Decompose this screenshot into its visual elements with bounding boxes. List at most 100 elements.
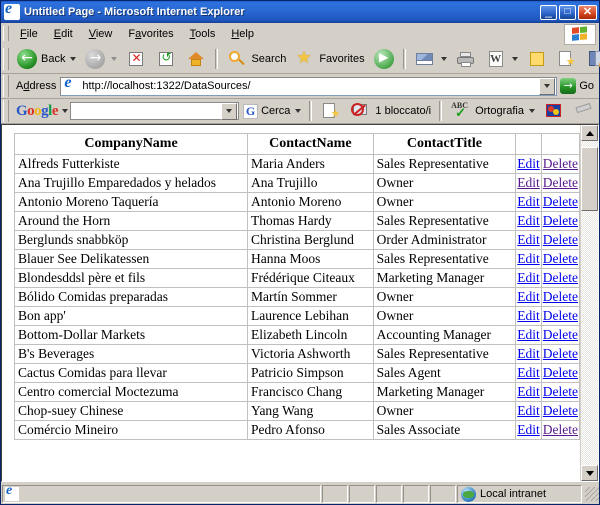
table-body: Alfreds Futterkiste Maria Anders Sales Rep… — [13, 154, 580, 440]
delete-link[interactable]: Delete — [543, 403, 578, 418]
cell-delete: Delete — [540, 154, 580, 174]
scrollbar-thumb[interactable] — [581, 147, 598, 211]
scroll-down-button[interactable] — [581, 465, 598, 481]
google-search-chevron-down-icon[interactable] — [295, 109, 302, 113]
google-search-history-button[interactable] — [221, 102, 238, 120]
delete-link[interactable]: Delete — [543, 346, 578, 361]
edit-link[interactable]: Edit — [517, 365, 540, 380]
menu-item-help[interactable]: Help — [223, 26, 262, 42]
notes-button[interactable] — [522, 47, 552, 71]
edit-link[interactable]: Edit — [517, 289, 540, 304]
edit-link[interactable]: Edit — [517, 194, 540, 209]
delete-link[interactable]: Delete — [543, 156, 578, 171]
favorites-button[interactable]: ★ Favorites — [290, 47, 368, 71]
edit-link[interactable]: Edit — [517, 384, 540, 399]
menu-drag-grip[interactable] — [3, 26, 9, 41]
edit-link[interactable]: Edit — [517, 346, 540, 361]
edit-link[interactable]: Edit — [517, 308, 540, 323]
word-chevron-down-icon[interactable] — [511, 57, 518, 61]
spell-chevron-down-icon[interactable] — [529, 109, 535, 113]
google-toolbar: Google G Cerca ★ 1 bloccato/i ABC ✓ Ortog… — [1, 99, 599, 124]
customers-table: CompanyName ContactName ContactTitle Alf… — [13, 133, 580, 440]
cell-delete: Delete — [540, 344, 580, 364]
mail-chevron-down-icon[interactable] — [440, 57, 447, 61]
menu-item-favorites[interactable]: Favorites — [120, 26, 181, 42]
vertical-scrollbar[interactable] — [580, 125, 598, 481]
edit-link[interactable]: Edit — [517, 175, 540, 190]
logo-letter: G — [16, 102, 28, 119]
edit-link[interactable]: Edit — [517, 327, 540, 342]
popup-blocker-button[interactable]: 1 bloccato/i — [346, 99, 435, 123]
media-button[interactable]: ▶ — [369, 47, 399, 71]
home-button[interactable] — [181, 47, 211, 71]
cell-delete: Delete — [540, 382, 580, 402]
delete-link[interactable]: Delete — [543, 308, 578, 323]
cell-edit: Edit — [515, 211, 542, 231]
edit-with-word-button[interactable]: W — [481, 47, 522, 71]
resize-grip[interactable] — [585, 487, 599, 501]
address-input[interactable]: http://localhost:1322/DataSources/ — [60, 76, 558, 96]
cell-contacttitle: Owner — [372, 287, 517, 307]
news-icon: ★ — [320, 100, 342, 122]
maximize-button[interactable]: □ — [559, 4, 576, 20]
delete-link[interactable]: Delete — [543, 384, 578, 399]
back-history-chevron-down-icon[interactable] — [70, 57, 77, 61]
google-news-button[interactable]: ★ — [316, 99, 346, 123]
menu-item-file[interactable]: File — [12, 26, 46, 42]
edit-link[interactable]: Edit — [517, 403, 540, 418]
close-icon: ✕ — [582, 5, 593, 18]
research-button[interactable] — [582, 47, 600, 71]
edit-link[interactable]: Edit — [517, 422, 540, 437]
forward-button[interactable]: → — [80, 47, 121, 71]
address-drag-grip[interactable] — [3, 75, 9, 97]
menu-item-edit[interactable]: Edit — [46, 26, 81, 42]
minimize-button[interactable]: _ — [540, 4, 557, 20]
edit-page-button[interactable]: ★ — [552, 47, 582, 71]
google-options-button[interactable] — [539, 99, 569, 123]
edit-link[interactable]: Edit — [517, 213, 540, 228]
delete-link[interactable]: Delete — [543, 213, 578, 228]
forward-history-chevron-down-icon[interactable] — [111, 57, 118, 61]
menu-label-post: ools — [195, 27, 216, 40]
cell-edit: Edit — [515, 325, 542, 345]
menu-item-tools[interactable]: Tools — [182, 26, 224, 42]
search-button[interactable]: Search — [222, 47, 290, 71]
delete-link[interactable]: Delete — [543, 289, 578, 304]
highlighter-button[interactable] — [569, 99, 599, 123]
delete-link[interactable]: Delete — [543, 422, 578, 437]
stop-button[interactable]: ✕ — [121, 47, 151, 71]
google-drag-grip[interactable] — [3, 100, 9, 122]
edit-link[interactable]: Edit — [517, 232, 540, 247]
address-url-text: http://localhost:1322/DataSources/ — [82, 80, 251, 92]
delete-link[interactable]: Delete — [543, 232, 578, 247]
address-history-dropdown-button[interactable] — [539, 77, 556, 95]
menu-label-post: dit — [61, 27, 73, 40]
menu-label-post: vorites — [141, 27, 174, 40]
go-button[interactable]: → Go — [557, 76, 599, 96]
scrollbar-track[interactable] — [581, 141, 598, 465]
security-zone-pane[interactable]: Local intranet — [457, 485, 582, 503]
mail-button[interactable] — [410, 47, 451, 71]
delete-link[interactable]: Delete — [543, 251, 578, 266]
print-button[interactable] — [451, 47, 481, 71]
menu-item-view[interactable]: View — [81, 26, 121, 42]
edit-link[interactable]: Edit — [517, 251, 540, 266]
back-button[interactable]: ← Back — [12, 47, 80, 71]
delete-link[interactable]: Delete — [543, 175, 578, 190]
delete-link[interactable]: Delete — [543, 327, 578, 342]
refresh-button[interactable]: ↺ — [151, 47, 181, 71]
scroll-up-button[interactable] — [581, 125, 598, 141]
google-search-input[interactable] — [70, 102, 240, 120]
google-menu-chevron-down-icon[interactable] — [62, 109, 69, 113]
delete-link[interactable]: Delete — [543, 194, 578, 209]
google-search-button[interactable]: G Cerca — [239, 103, 305, 120]
spell-check-button[interactable]: ABC ✓ Ortografia — [446, 99, 539, 123]
edit-link[interactable]: Edit — [517, 156, 540, 171]
edit-link[interactable]: Edit — [517, 270, 540, 285]
forward-arrow-icon: → — [84, 48, 106, 70]
toolbar-drag-grip[interactable] — [3, 48, 9, 70]
close-button[interactable]: ✕ — [578, 4, 597, 20]
delete-link[interactable]: Delete — [543, 365, 578, 380]
delete-link[interactable]: Delete — [543, 270, 578, 285]
windows-logo-icon — [564, 24, 596, 45]
